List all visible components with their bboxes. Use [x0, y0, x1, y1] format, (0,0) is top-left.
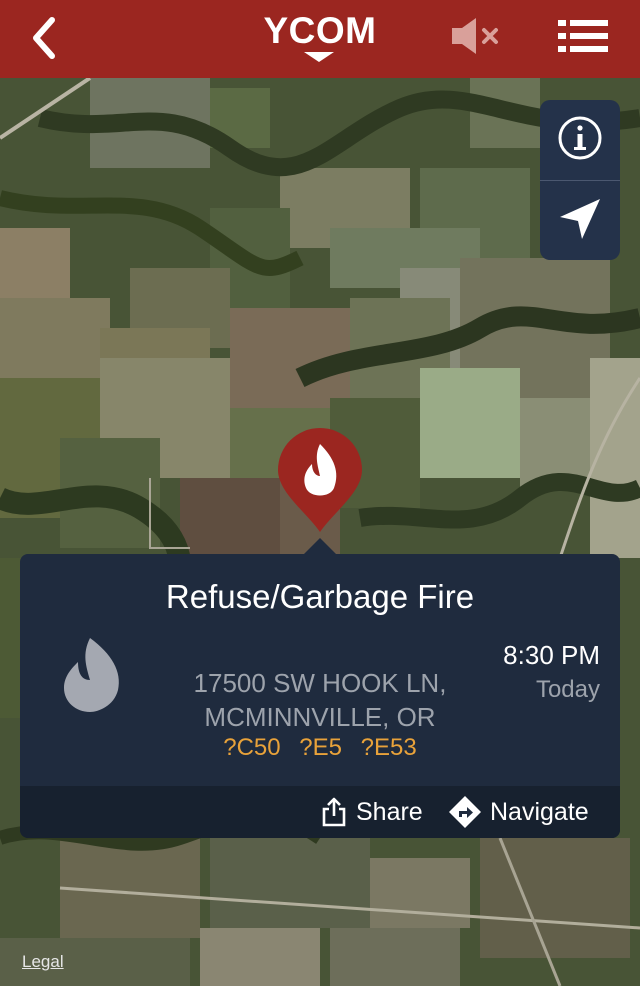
navigate-label: Navigate: [490, 797, 589, 826]
share-label: Share: [356, 797, 423, 826]
mute-button[interactable]: [450, 14, 504, 58]
list-menu-icon: [558, 20, 608, 52]
unit-badge[interactable]: ?E5: [299, 734, 342, 761]
address-line-1: 17500 SW HOOK LN,: [193, 668, 447, 698]
share-icon: [322, 797, 346, 827]
incident-card[interactable]: Refuse/Garbage Fire 17500 SW HOOK LN, MC…: [20, 554, 620, 838]
address-line-2: MCMINNVILLE, OR: [204, 702, 436, 732]
info-icon: [558, 116, 602, 160]
card-actions: Share Navigate: [20, 786, 620, 838]
share-button[interactable]: Share: [320, 786, 423, 838]
mute-speaker-icon: [452, 18, 498, 54]
map-controls: [540, 100, 620, 260]
flame-icon: [60, 636, 124, 712]
incident-address: 17500 SW HOOK LN, MCMINNVILLE, OR: [160, 666, 480, 734]
top-bar: YCOM: [0, 0, 640, 78]
navigate-diamond-icon: [449, 796, 481, 828]
app-title[interactable]: YCOM: [0, 10, 640, 52]
unit-badge[interactable]: ?C50: [223, 734, 280, 761]
locate-me-button[interactable]: [540, 180, 620, 260]
incident-time: 8:30 PM: [503, 640, 600, 670]
chevron-down-icon: [304, 52, 334, 62]
info-button[interactable]: [540, 100, 620, 180]
menu-button[interactable]: [556, 14, 610, 58]
legal-link[interactable]: Legal: [22, 952, 64, 972]
incident-map-pin[interactable]: [276, 428, 364, 536]
unit-badge[interactable]: ?E53: [361, 734, 417, 761]
responding-units: ?C50 ?E5 ?E53: [160, 734, 480, 762]
incident-type: Refuse/Garbage Fire: [165, 578, 475, 615]
title-dropdown-caret[interactable]: [302, 50, 336, 64]
navigate-button[interactable]: Navigate: [448, 786, 589, 838]
incident-day: Today: [535, 676, 600, 703]
fire-pin-icon: [278, 428, 362, 532]
location-arrow-icon: [560, 199, 600, 239]
